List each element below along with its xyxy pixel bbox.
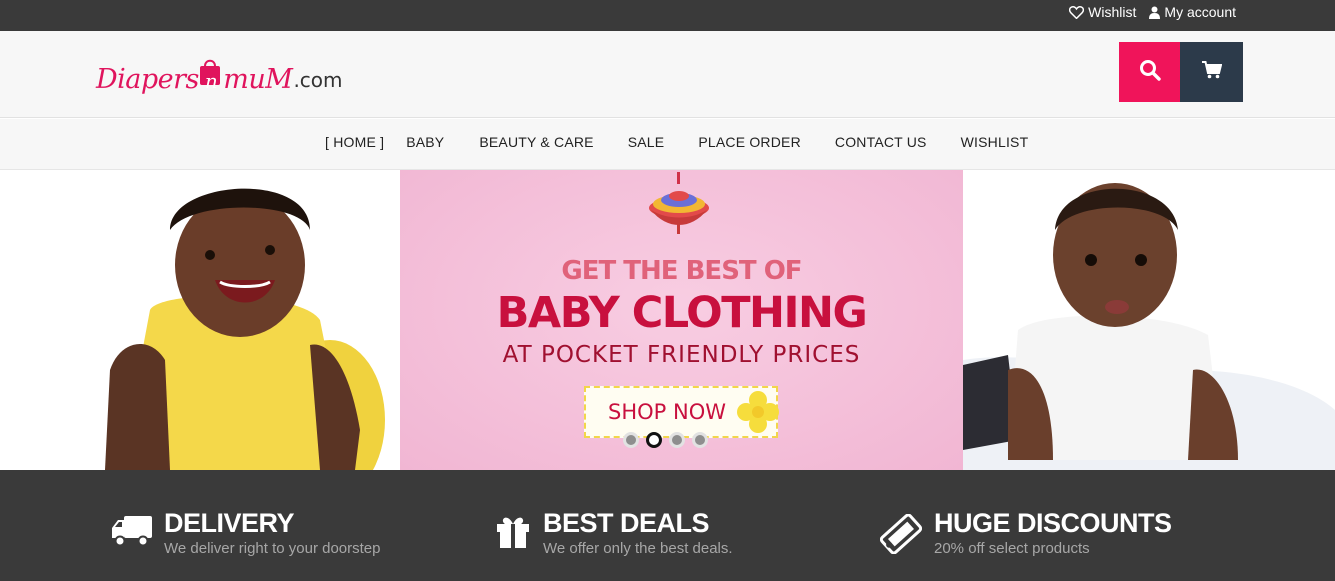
spinning-top-icon xyxy=(647,172,711,241)
slider-dots xyxy=(623,432,708,448)
slider-dot-2[interactable] xyxy=(646,432,662,448)
top-bar: Wishlist My account xyxy=(0,0,1335,31)
logo-bag: n xyxy=(199,59,223,95)
heart-icon xyxy=(1069,5,1085,19)
hero-image-right xyxy=(963,170,1335,470)
hero-banner[interactable]: GET THE BEST OF BABY CLOTHING AT POCKET … xyxy=(400,170,963,470)
hero-subheadline: AT POCKET FRIENDLY PRICES xyxy=(502,342,861,368)
slider-dot-1[interactable] xyxy=(623,432,639,448)
nav-item-beauty-care[interactable]: BEAUTY & CARE xyxy=(479,134,593,150)
nav-item-contact-us[interactable]: CONTACT US xyxy=(835,134,927,150)
slider-dot-3[interactable] xyxy=(669,432,685,448)
top-links: Wishlist My account xyxy=(1069,4,1236,20)
feature-huge-discounts: HUGE DISCOUNTS 20% off select products xyxy=(879,508,1172,559)
my-account-link[interactable]: My account xyxy=(1149,4,1236,20)
nav-item-place-order[interactable]: PLACE ORDER xyxy=(698,134,801,150)
truck-icon xyxy=(112,514,152,557)
hero-headline: BABY CLOTHING xyxy=(496,288,868,338)
nav-item-home[interactable]: HOME xyxy=(325,134,384,150)
site-logo[interactable]: Diapers n muM .com xyxy=(96,55,343,95)
site-header: Diapers n muM .com xyxy=(0,31,1335,118)
flower-icon xyxy=(736,390,780,443)
feature-best-deals: BEST DEALS We offer only the best deals. xyxy=(495,510,733,557)
wishlist-label: Wishlist xyxy=(1088,4,1137,20)
features-bar: DELIVERY We deliver right to your doorst… xyxy=(0,470,1335,581)
feature-delivery: DELIVERY We deliver right to your doorst… xyxy=(112,510,381,557)
cart-icon xyxy=(1201,60,1222,84)
logo-text-diapers: Diapers xyxy=(96,64,199,95)
feature-subtitle-best-deals: We offer only the best deals. xyxy=(543,540,733,557)
feature-subtitle-huge-discounts: 20% off select products xyxy=(934,540,1090,557)
user-icon xyxy=(1149,6,1161,19)
shop-now-button[interactable]: SHOP NOW xyxy=(584,386,779,438)
logo-text-dotcom: .com xyxy=(293,68,343,92)
tag-icon xyxy=(879,513,923,559)
slider-dot-4[interactable] xyxy=(692,432,708,448)
nav-item-sale[interactable]: SALE xyxy=(628,134,665,150)
feature-title-best-deals: BEST DEALS xyxy=(543,508,710,538)
nav-list: HOME BABY BEAUTY & CARE SALE PLACE ORDER… xyxy=(325,134,1028,150)
main-nav: HOME BABY BEAUTY & CARE SALE PLACE ORDER… xyxy=(0,119,1335,170)
wishlist-link[interactable]: Wishlist xyxy=(1069,4,1136,20)
logo-text-mum: muM xyxy=(223,64,293,95)
feature-title-huge-discounts: HUGE DISCOUNTS xyxy=(934,508,1172,538)
shop-now-label: SHOP NOW xyxy=(608,400,726,424)
gift-icon xyxy=(495,514,531,557)
search-button[interactable] xyxy=(1119,42,1180,102)
nav-item-baby[interactable]: BABY xyxy=(406,134,444,150)
logo-text-n: n xyxy=(204,69,218,93)
hero-slider: GET THE BEST OF BABY CLOTHING AT POCKET … xyxy=(0,170,1335,470)
hero-image-left xyxy=(0,170,400,470)
cart-button[interactable] xyxy=(1180,42,1243,102)
feature-subtitle-delivery: We deliver right to your doorstep xyxy=(164,540,381,557)
my-account-label: My account xyxy=(1164,4,1236,20)
feature-title-delivery: DELIVERY xyxy=(164,508,295,538)
search-icon xyxy=(1139,59,1161,86)
hero-headline-small: GET THE BEST OF xyxy=(561,256,802,286)
nav-item-wishlist[interactable]: WISHLIST xyxy=(961,134,1029,150)
